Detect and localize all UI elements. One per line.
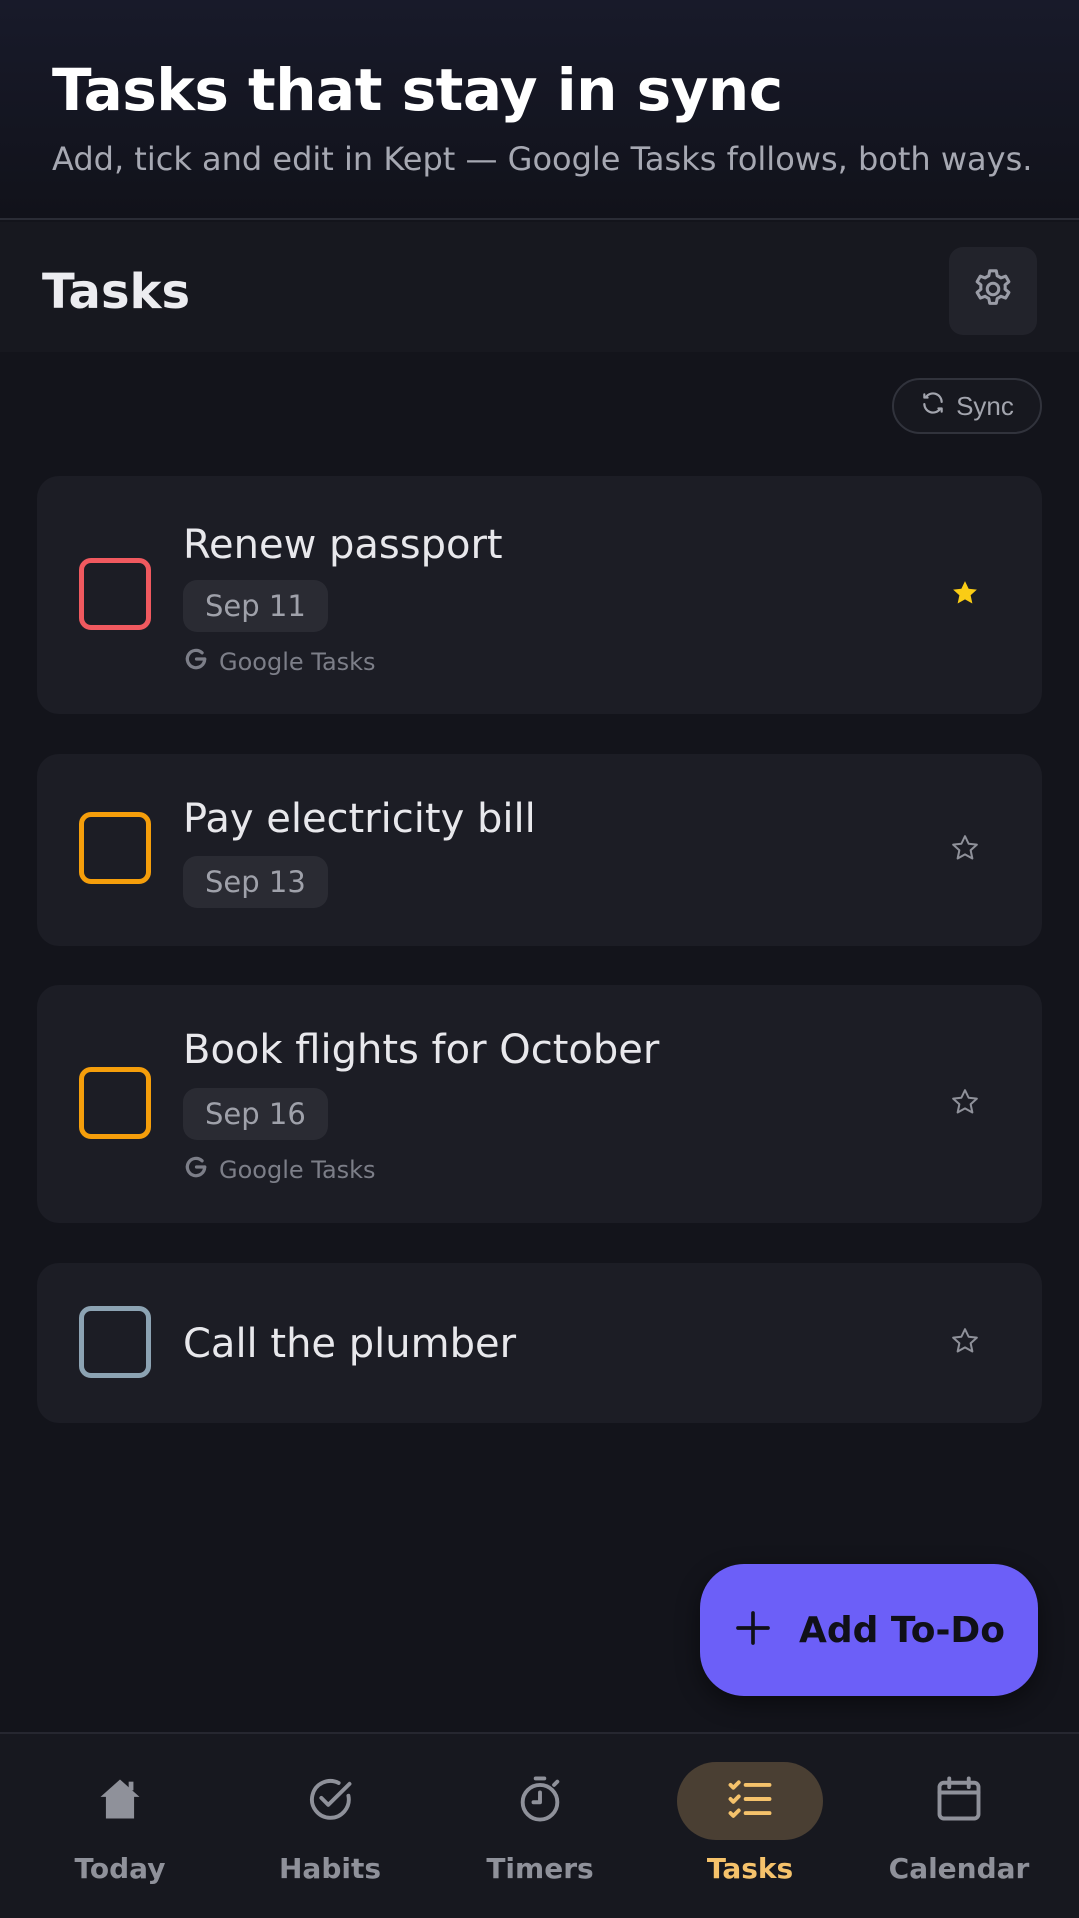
task-card[interactable]: Pay electricity bill Sep 13 (37, 754, 1042, 946)
task-checkbox[interactable] (79, 1067, 151, 1139)
task-card[interactable]: Book flights for October Sep 16 Google T… (37, 985, 1042, 1223)
google-icon (183, 646, 209, 678)
star-outline-icon (950, 1087, 980, 1121)
settings-button[interactable] (949, 247, 1037, 335)
nav-item-calendar[interactable]: Calendar (874, 1762, 1044, 1902)
sync-button[interactable]: Sync (892, 378, 1042, 434)
task-checkbox[interactable] (79, 1306, 151, 1378)
star-button[interactable] (937, 1315, 993, 1371)
date-chip: Sep 11 (183, 580, 328, 632)
google-icon (183, 1154, 209, 1186)
check-circle-icon (304, 1773, 356, 1829)
add-todo-button[interactable]: Add To-Do (700, 1564, 1038, 1696)
home-icon (94, 1773, 146, 1829)
checklist-icon (724, 1773, 776, 1829)
calendar-icon (933, 1773, 985, 1829)
task-checkbox[interactable] (79, 558, 151, 630)
date-chip: Sep 16 (183, 1088, 328, 1140)
star-button[interactable] (937, 1076, 993, 1132)
nav-label: Today (74, 1852, 166, 1885)
nav-item-tasks[interactable]: Tasks (665, 1762, 835, 1902)
sync-icon (920, 390, 946, 423)
task-checkbox[interactable] (79, 812, 151, 884)
star-outline-icon (950, 1326, 980, 1360)
source-label: Google Tasks (219, 1156, 376, 1184)
gear-icon (970, 266, 1016, 316)
task-title: Pay electricity bill (183, 796, 536, 842)
task-card[interactable]: Renew passport Sep 11 Google Tasks (37, 476, 1042, 714)
star-filled-icon (950, 578, 980, 612)
due-date: Sep 13 (205, 865, 306, 899)
nav-label: Timers (486, 1852, 594, 1885)
star-outline-icon (950, 833, 980, 867)
nav-item-habits[interactable]: Habits (245, 1762, 415, 1902)
task-card[interactable]: Call the plumber (37, 1263, 1042, 1423)
nav-item-today[interactable]: Today (35, 1762, 205, 1902)
promo-title: Tasks that stay in sync (52, 56, 783, 124)
task-title: Renew passport (183, 522, 503, 568)
due-date: Sep 16 (205, 1097, 306, 1131)
plus-icon (733, 1608, 773, 1652)
sync-label: Sync (956, 390, 1014, 421)
nav-item-timers[interactable]: Timers (455, 1762, 625, 1902)
star-button[interactable] (937, 822, 993, 878)
promo-subtitle: Add, tick and edit in Kept — Google Task… (52, 140, 1033, 178)
stopwatch-icon (514, 1773, 566, 1829)
nav-label: Calendar (888, 1852, 1030, 1885)
star-button[interactable] (937, 567, 993, 623)
task-title: Book flights for October (183, 1027, 660, 1073)
bottom-nav: Today Habits Timers Tasks Calendar (0, 1732, 1079, 1918)
nav-label: Habits (278, 1852, 382, 1885)
source-tag: Google Tasks (183, 1154, 376, 1186)
app-screen: Tasks that stay in sync Add, tick and ed… (0, 0, 1079, 1918)
add-todo-label: Add To-Do (799, 1609, 1005, 1651)
page-title: Tasks (42, 264, 191, 320)
source-tag: Google Tasks (183, 646, 376, 678)
nav-label: Tasks (706, 1852, 794, 1885)
date-chip: Sep 13 (183, 856, 328, 908)
source-label: Google Tasks (219, 648, 376, 676)
task-title: Call the plumber (183, 1321, 517, 1367)
promo-banner: Tasks that stay in sync Add, tick and ed… (0, 0, 1079, 220)
due-date: Sep 11 (205, 589, 306, 623)
screen-header: Tasks (0, 222, 1079, 352)
